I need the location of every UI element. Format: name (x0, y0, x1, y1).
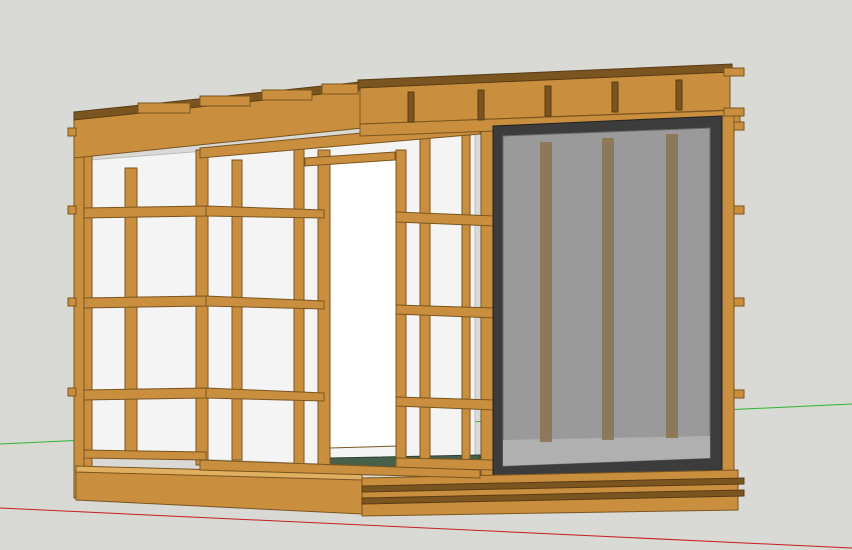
interior-stud (602, 138, 614, 440)
model-canvas[interactable] (0, 0, 852, 550)
interior-stud (666, 134, 678, 438)
3d-viewport[interactable] (0, 0, 852, 550)
interior-stud (540, 142, 552, 442)
shed-model[interactable] (67, 63, 745, 517)
back-doorway (329, 152, 399, 449)
glazed-door[interactable] (492, 115, 723, 479)
